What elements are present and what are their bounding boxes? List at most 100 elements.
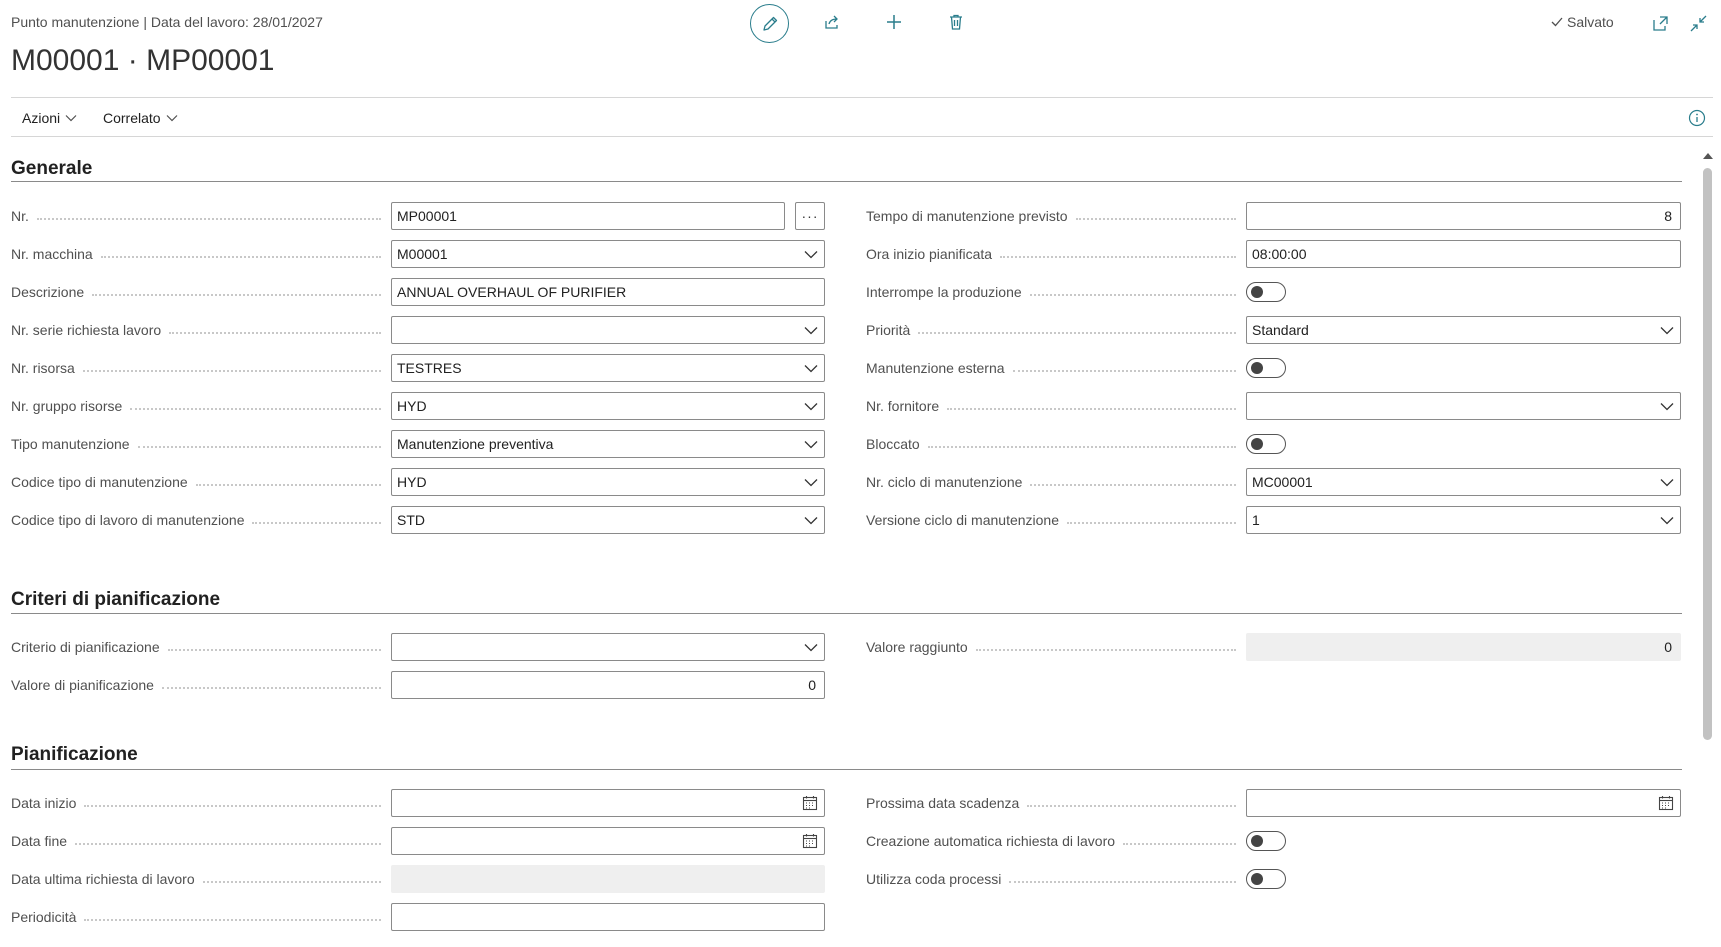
tipo-manutenzione-dropdown[interactable]: Manutenzione preventiva <box>391 430 825 458</box>
section-title-generale[interactable]: Generale <box>11 158 92 180</box>
menu-azioni[interactable]: Azioni <box>22 110 77 126</box>
interrompe-la-produzione-toggle[interactable] <box>1246 282 1286 302</box>
dotted-leader <box>975 648 1236 651</box>
dotted-leader <box>84 918 381 921</box>
utilizza-coda-processi-label-row: Utilizza coda processi <box>866 864 1246 894</box>
nr-value: MP00001 <box>397 208 457 224</box>
nr-ciclo-di-manutenzione-label: Nr. ciclo di manutenzione <box>866 474 1023 490</box>
edit-button[interactable] <box>750 4 789 43</box>
data-fine-date-field[interactable] <box>391 827 825 855</box>
dotted-leader <box>130 407 381 410</box>
tempo-di-manutenzione-previsto-field[interactable]: 8 <box>1246 202 1681 230</box>
descrizione-field[interactable]: ANNUAL OVERHAUL OF PURIFIER <box>391 278 825 306</box>
prossima-data-scadenza-label-row: Prossima data scadenza <box>866 788 1246 818</box>
codice-tipo-di-manutenzione-dropdown[interactable]: HYD <box>391 468 825 496</box>
bloccato-label: Bloccato <box>866 436 920 452</box>
dotted-leader <box>82 369 381 372</box>
data-ultima-richiesta-di-lavoro-label: Data ultima richiesta di lavoro <box>11 871 195 887</box>
criterio-di-pianificazione-dropdown[interactable] <box>391 633 825 661</box>
dotted-leader <box>75 842 381 845</box>
dotted-leader <box>1030 483 1236 486</box>
ora-inizio-pianificata-field[interactable]: 08:00:00 <box>1246 240 1681 268</box>
manutenzione-esterna-label-row: Manutenzione esterna <box>866 353 1246 383</box>
periodicita-field[interactable] <box>391 903 825 931</box>
creazione-automatica-richiesta-di-lavoro-label: Creazione automatica richiesta di lavoro <box>866 833 1116 849</box>
nr-gruppo-risorse-label-row: Nr. gruppo risorse <box>11 391 391 421</box>
chevron-down-icon <box>1659 474 1675 490</box>
nr-macchina-dropdown[interactable]: M00001 <box>391 240 825 268</box>
dotted-leader <box>1000 255 1236 258</box>
section-title-criteri[interactable]: Criteri di pianificazione <box>11 589 220 611</box>
tempo-di-manutenzione-previsto-label: Tempo di manutenzione previsto <box>866 208 1068 224</box>
nr-gruppo-risorse-dropdown[interactable]: HYD <box>391 392 825 420</box>
tipo-manutenzione-label: Tipo manutenzione <box>11 436 130 452</box>
section-divider <box>11 769 1682 770</box>
calendar-icon <box>801 794 819 812</box>
open-new-window-button[interactable] <box>1648 11 1672 35</box>
info-button[interactable] <box>1688 109 1706 127</box>
chevron-down-icon <box>803 246 819 262</box>
data-inizio-date-field[interactable] <box>391 789 825 817</box>
dotted-leader <box>167 648 381 651</box>
toggle-knob <box>1251 438 1263 450</box>
dotted-leader <box>169 331 381 334</box>
share-button[interactable] <box>820 10 844 34</box>
codice-tipo-di-lavoro-di-manutenzione-label-row: Codice tipo di lavoro di manutenzione <box>11 505 391 535</box>
nr-risorsa-dropdown[interactable]: TESTRES <box>391 354 825 382</box>
delete-button[interactable] <box>944 10 968 34</box>
breadcrumb: Punto manutenzione | Data del lavoro: 28… <box>11 14 323 30</box>
info-icon <box>1688 109 1706 127</box>
creazione-automatica-richiesta-di-lavoro-label-row: Creazione automatica richiesta di lavoro <box>866 826 1246 856</box>
menu-correlato[interactable]: Correlato <box>103 110 178 126</box>
dotted-leader <box>1067 521 1236 524</box>
codice-tipo-di-lavoro-di-manutenzione-dropdown[interactable]: STD <box>391 506 825 534</box>
chevron-down-icon <box>1659 512 1675 528</box>
codice-tipo-di-lavoro-di-manutenzione-value: STD <box>397 512 425 528</box>
ora-inizio-pianificata-label: Ora inizio pianificata <box>866 246 993 262</box>
prossima-data-scadenza-date-field[interactable] <box>1246 789 1681 817</box>
lookup-button[interactable]: ··· <box>795 202 825 230</box>
versione-ciclo-di-manutenzione-dropdown[interactable]: 1 <box>1246 506 1681 534</box>
action-bar: Azioni Correlato <box>11 98 1713 138</box>
nr-ciclo-di-manutenzione-dropdown[interactable]: MC00001 <box>1246 468 1681 496</box>
calendar-icon <box>801 832 819 850</box>
priorita-dropdown[interactable]: Standard <box>1246 316 1681 344</box>
data-fine-label: Data fine <box>11 833 68 849</box>
valore-raggiunto-label: Valore raggiunto <box>866 639 968 655</box>
versione-ciclo-di-manutenzione-label: Versione ciclo di manutenzione <box>866 512 1060 528</box>
calendar-icon <box>1657 794 1675 812</box>
nr-serie-richiesta-lavoro-dropdown[interactable] <box>391 316 825 344</box>
data-inizio-label: Data inizio <box>11 795 77 811</box>
valore-di-pianificazione-field[interactable]: 0 <box>391 671 825 699</box>
codice-tipo-di-lavoro-di-manutenzione-label: Codice tipo di lavoro di manutenzione <box>11 512 245 528</box>
descrizione-label-row: Descrizione <box>11 277 391 307</box>
scroll-up-arrow-icon[interactable] <box>1703 153 1713 159</box>
nr-gruppo-risorse-value: HYD <box>397 398 427 414</box>
share-icon <box>825 15 838 29</box>
descrizione-label: Descrizione <box>11 284 85 300</box>
nr-ciclo-di-manutenzione-value: MC00001 <box>1252 474 1313 490</box>
nr-fornitore-dropdown[interactable] <box>1246 392 1681 420</box>
periodicita-label: Periodicità <box>11 909 77 925</box>
dotted-leader <box>161 686 381 689</box>
section-divider <box>11 613 1682 614</box>
saved-status: Salvato <box>1550 14 1614 30</box>
nr-field[interactable]: MP00001 <box>391 202 785 230</box>
priorita-value: Standard <box>1252 322 1309 338</box>
nr-macchina-label: Nr. macchina <box>11 246 93 262</box>
section-title-pianificazione[interactable]: Pianificazione <box>11 744 138 766</box>
bloccato-label-row: Bloccato <box>866 429 1246 459</box>
utilizza-coda-processi-toggle[interactable] <box>1246 869 1286 889</box>
scrollbar-thumb[interactable] <box>1703 168 1712 740</box>
collapse-button[interactable] <box>1686 11 1710 35</box>
chevron-down-icon <box>803 360 819 376</box>
nr-fornitore-label: Nr. fornitore <box>866 398 940 414</box>
creazione-automatica-richiesta-di-lavoro-toggle[interactable] <box>1246 831 1286 851</box>
chevron-down-icon <box>803 436 819 452</box>
nr-risorsa-label-row: Nr. risorsa <box>11 353 391 383</box>
new-button[interactable] <box>882 10 906 34</box>
chevron-down-icon <box>803 639 819 655</box>
data-fine-label-row: Data fine <box>11 826 391 856</box>
bloccato-toggle[interactable] <box>1246 434 1286 454</box>
manutenzione-esterna-toggle[interactable] <box>1246 358 1286 378</box>
